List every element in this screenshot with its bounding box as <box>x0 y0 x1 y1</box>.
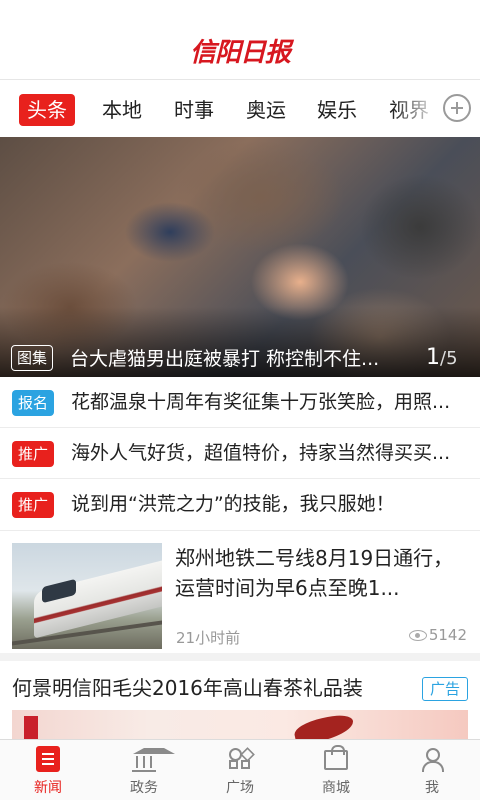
government-icon <box>132 746 175 772</box>
square-grid-icon <box>228 746 252 772</box>
brief-item[interactable]: 推广 说到用“洪荒之力”的技能，我只服她！ <box>0 479 480 531</box>
pager-current: 1 <box>426 345 440 370</box>
tabbar-label: 新闻 <box>34 780 62 796</box>
tab-local[interactable]: 本地 <box>102 94 142 126</box>
promo-badge: 推广 <box>12 492 55 518</box>
eye-icon <box>408 630 427 641</box>
hero-pager: 1/5 <box>426 343 458 374</box>
ad-badge: 广告 <box>422 677 468 701</box>
tab-entertainment[interactable]: 娱乐 <box>317 94 357 126</box>
tab-current-affairs[interactable]: 时事 <box>174 94 214 126</box>
tab-olympics[interactable]: 奥运 <box>246 94 286 126</box>
hero-title[interactable]: 台大虐猫男出庭被暴打 称控制不住... <box>70 345 410 373</box>
bottom-tab-bar: 新闻 政务 广场 商城 我 <box>0 739 480 800</box>
promo-badge: 推广 <box>12 441 55 467</box>
tabbar-label: 我 <box>425 780 439 796</box>
news-thumbnail <box>12 543 162 649</box>
news-item[interactable]: 郑州地铁二号线8月19日通行，运营时间为早6点至晚1... 21小时前 5142 <box>0 531 480 661</box>
brief-text: 花都温泉十周年有奖征集十万张笑脸，用照... <box>71 391 451 413</box>
tabbar-mall[interactable]: 商城 <box>288 740 384 800</box>
news-title: 郑州地铁二号线8月19日通行，运营时间为早6点至晚1... <box>175 546 454 600</box>
pager-total: /5 <box>440 348 458 369</box>
news-views: 5142 <box>408 626 467 644</box>
tabbar-label: 广场 <box>226 780 254 796</box>
brief-text: 说到用“洪荒之力”的技能，我只服她！ <box>71 493 395 515</box>
ad-banner-image <box>12 710 468 739</box>
app-header: 信阳日报 <box>0 0 480 80</box>
view-count: 5142 <box>428 626 467 644</box>
brief-text: 海外人气好货，超值特价，持家当然得买买... <box>71 442 451 464</box>
ad-title: 何景明信阳毛尖2016年高山春茶礼品装 <box>12 676 363 700</box>
channel-tabs: 头条 本地 时事 奥运 娱乐 视界 <box>0 81 480 137</box>
shopping-bag-icon <box>324 745 348 770</box>
tabbar-label: 政务 <box>130 780 158 796</box>
tabbar-label: 商城 <box>322 780 350 796</box>
news-time: 21小时前 <box>176 629 241 647</box>
tabbar-news[interactable]: 新闻 <box>0 740 96 800</box>
add-channel-icon[interactable] <box>443 94 471 122</box>
tabbar-square[interactable]: 广场 <box>192 740 288 800</box>
ad-brush-image <box>292 712 356 739</box>
user-icon <box>420 746 444 772</box>
hero-gallery-tag: 图集 <box>11 345 54 371</box>
signup-badge: 报名 <box>12 390 55 416</box>
ad-seal-image <box>24 716 38 739</box>
hero-carousel[interactable]: 图集 台大虐猫男出庭被暴打 称控制不住... 1/5 <box>0 137 480 377</box>
tabbar-government[interactable]: 政务 <box>96 740 192 800</box>
brief-item[interactable]: 推广 海外人气好货，超值特价，持家当然得买买... <box>0 428 480 479</box>
ad-item[interactable]: 何景明信阳毛尖2016年高山春茶礼品装 广告 <box>0 661 480 739</box>
tabs-fade <box>392 81 440 137</box>
brief-item[interactable]: 报名 花都温泉十周年有奖征集十万张笑脸，用照... <box>0 377 480 428</box>
tab-headlines[interactable]: 头条 <box>19 94 75 126</box>
app-logo: 信阳日报 <box>189 38 291 68</box>
tabbar-me[interactable]: 我 <box>384 740 480 800</box>
newspaper-icon <box>36 746 60 772</box>
